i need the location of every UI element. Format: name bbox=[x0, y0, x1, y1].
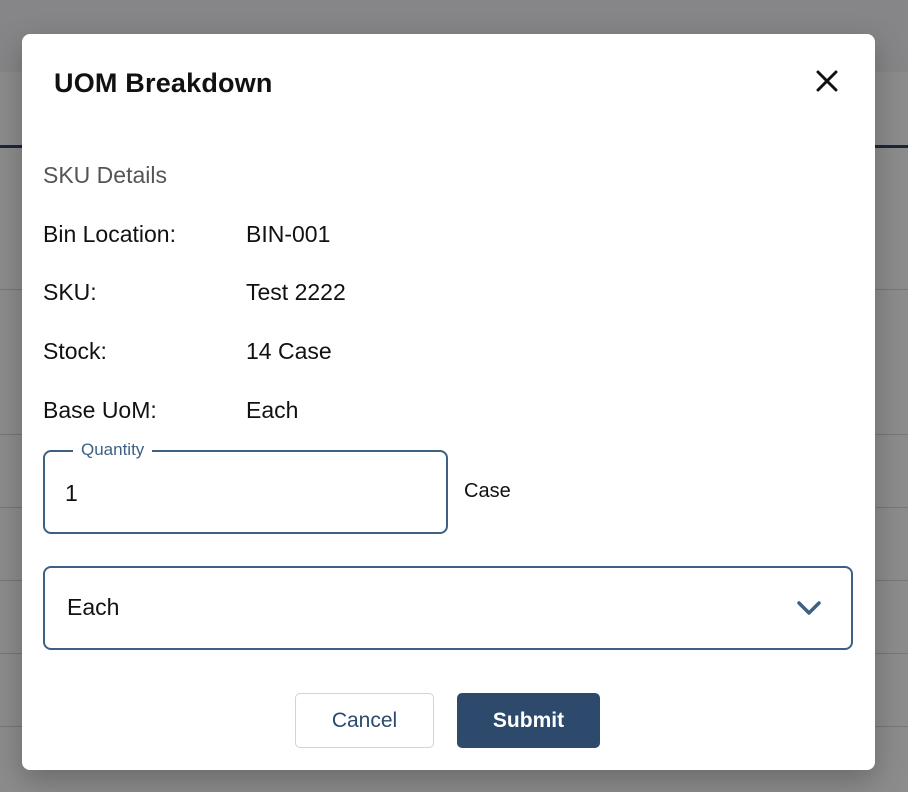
dialog-title: UOM Breakdown bbox=[54, 68, 273, 98]
detail-label: Stock: bbox=[43, 338, 107, 364]
quantity-field[interactable]: Quantity bbox=[43, 440, 448, 534]
detail-row-base-uom: Base UoM: Each bbox=[43, 397, 643, 427]
section-title-sku-details: SKU Details bbox=[43, 162, 167, 188]
detail-row-sku: SKU: Test 2222 bbox=[43, 279, 643, 309]
uom-select[interactable]: Each bbox=[43, 566, 853, 650]
quantity-label: Quantity bbox=[73, 440, 153, 460]
chevron-down-icon bbox=[797, 601, 821, 615]
detail-label: Base UoM: bbox=[43, 397, 157, 423]
submit-button[interactable]: Submit bbox=[457, 693, 600, 748]
cancel-button[interactable]: Cancel bbox=[295, 693, 434, 748]
uom-select-value: Each bbox=[67, 594, 120, 620]
close-icon bbox=[816, 70, 838, 92]
quantity-input[interactable] bbox=[65, 476, 425, 510]
quantity-unit: Case bbox=[464, 480, 511, 502]
detail-value: Test 2222 bbox=[246, 279, 346, 305]
uom-breakdown-dialog: UOM Breakdown SKU Details Bin Location: … bbox=[22, 34, 875, 770]
detail-row-bin-location: Bin Location: BIN-001 bbox=[43, 221, 643, 251]
detail-row-stock: Stock: 14 Case bbox=[43, 338, 643, 368]
detail-value: Each bbox=[246, 397, 299, 423]
detail-label: SKU: bbox=[43, 279, 97, 305]
close-button[interactable] bbox=[812, 66, 842, 96]
detail-label: Bin Location: bbox=[43, 221, 176, 247]
detail-value: BIN-001 bbox=[246, 221, 331, 247]
detail-value: 14 Case bbox=[246, 338, 332, 364]
